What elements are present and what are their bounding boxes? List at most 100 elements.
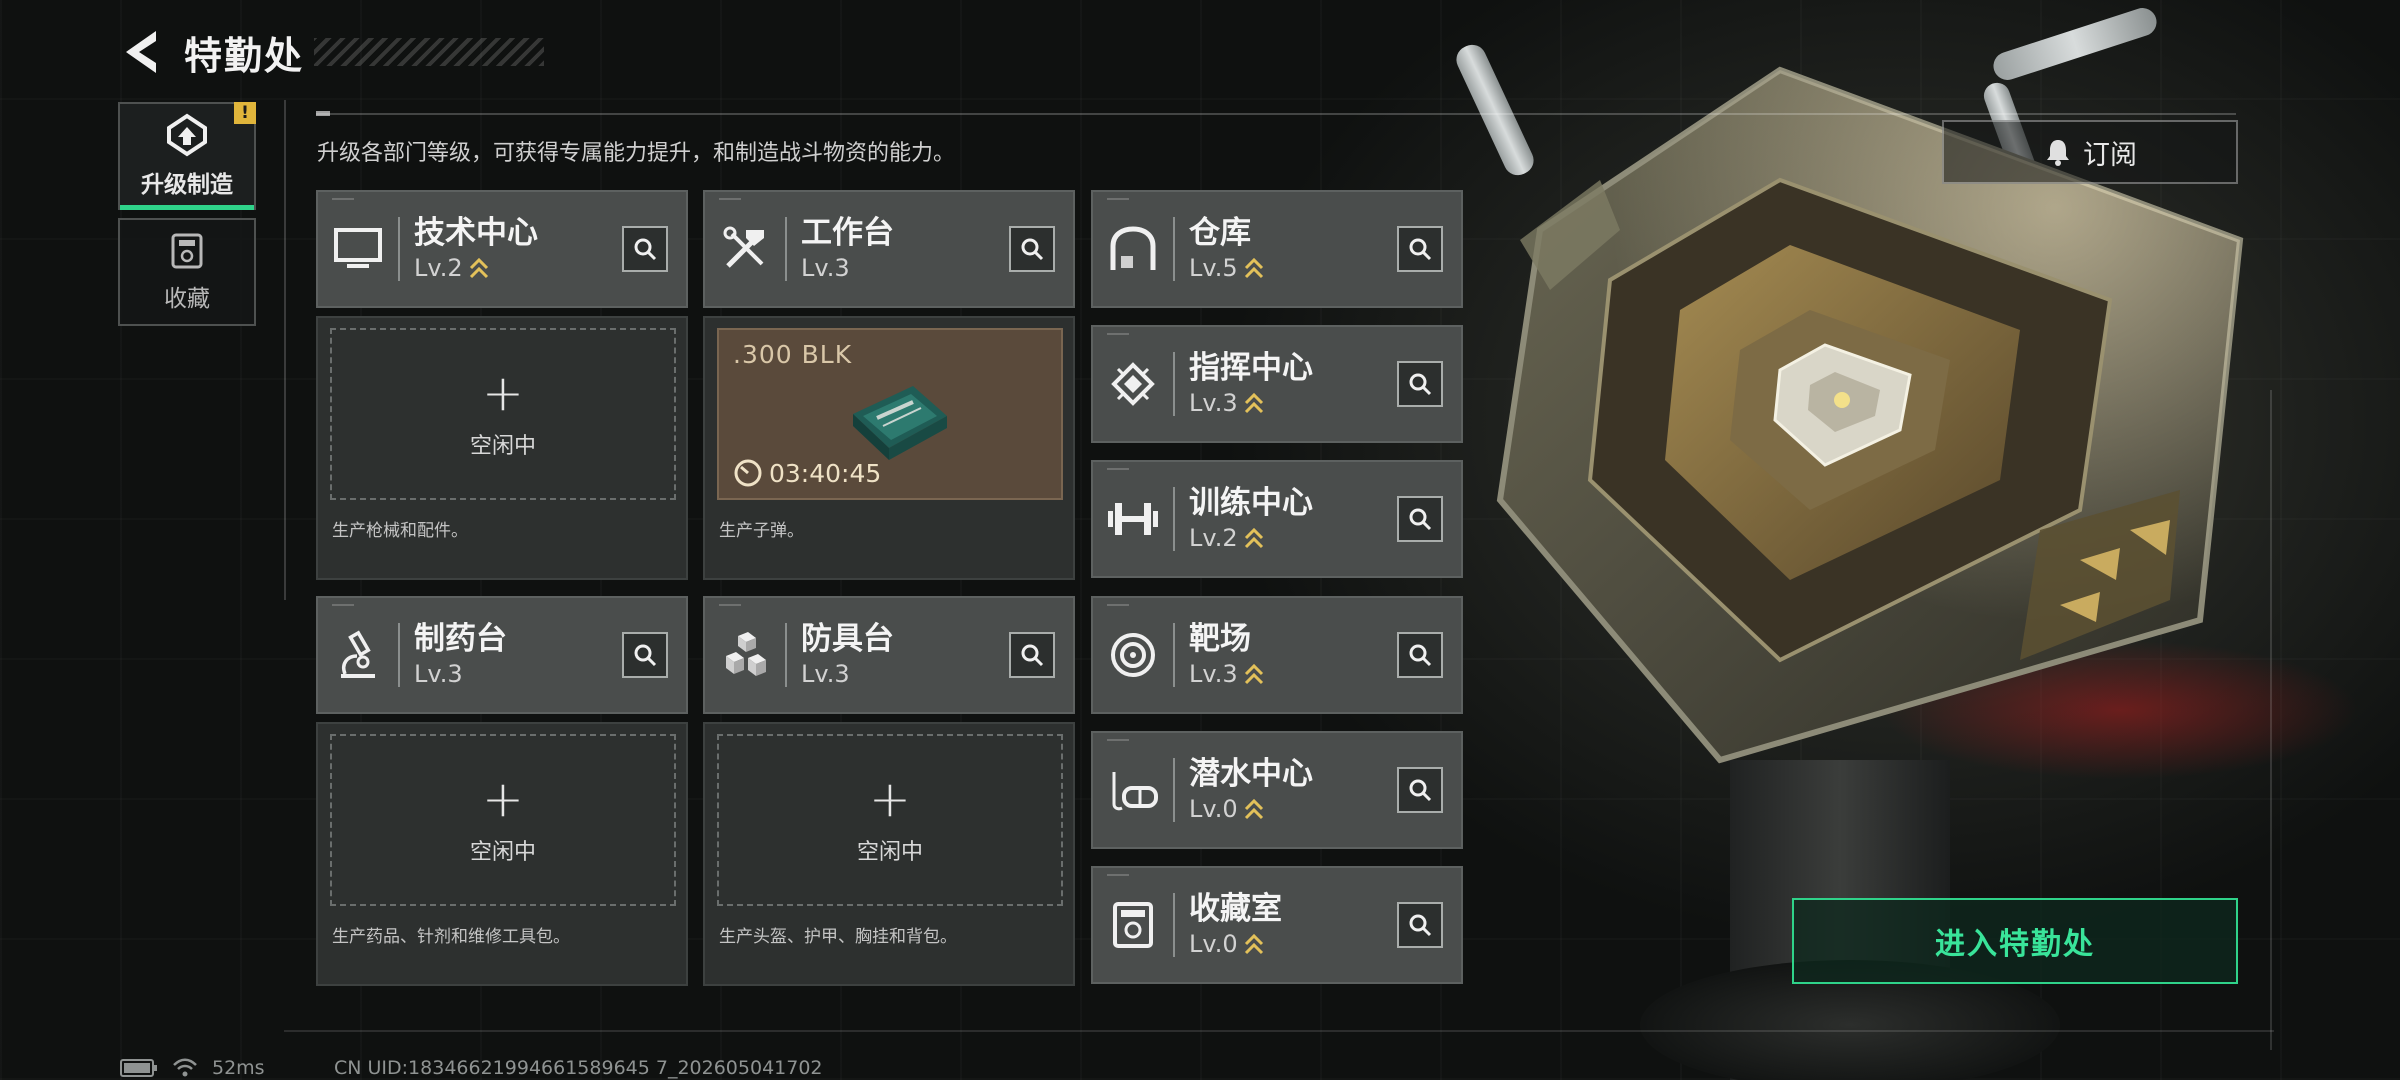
zoom-button[interactable] xyxy=(1397,632,1443,678)
frame-line-bottom xyxy=(284,1030,2274,1032)
card-tech-center[interactable]: 技术中心 Lv.2 xyxy=(316,190,688,308)
card-name: 训练中心 xyxy=(1189,485,1313,522)
nav-item-upgrade-craft[interactable]: ! 升级制造 xyxy=(118,102,256,210)
card-training-center[interactable]: 训练中心 Lv.2 xyxy=(1091,460,1463,578)
card-name: 靶场 xyxy=(1189,621,1251,658)
nav-item-collection[interactable]: 收藏 xyxy=(118,218,256,326)
card-hint: 生产药品、针剂和维修工具包。 xyxy=(332,927,570,947)
zoom-button[interactable] xyxy=(1397,902,1443,948)
ammo-box-icon xyxy=(853,386,947,460)
zoom-button[interactable] xyxy=(1009,632,1055,678)
production-timer: 03:40:45 xyxy=(733,458,881,488)
enter-button-label: 进入特勤处 xyxy=(1935,927,2095,962)
zoom-button[interactable] xyxy=(622,226,668,272)
card-text: 防具台 Lv.3 xyxy=(801,622,894,688)
card-collection-room[interactable]: 收藏室 Lv.0 xyxy=(1091,866,1463,984)
wifi-icon xyxy=(173,1058,197,1077)
production-slot-empty[interactable]: + 空闲中 xyxy=(330,734,676,906)
card-icon-wrap xyxy=(318,596,398,714)
card-text: 靶场 Lv.3 xyxy=(1189,622,1264,688)
target-icon xyxy=(1111,633,1155,677)
card-body-workbench: .300 BLK 03:40:45 生产子弹。 xyxy=(703,316,1075,580)
status-bar: 52ms xyxy=(120,1057,265,1079)
idle-label: 空闲中 xyxy=(469,840,536,865)
level-up-icon xyxy=(1244,257,1263,278)
card-icon-wrap xyxy=(1093,325,1173,443)
production-slot-empty[interactable]: + 空闲中 xyxy=(717,734,1063,906)
subscribe-label: 订阅 xyxy=(2083,139,2137,171)
ammo-name: .300 BLK xyxy=(733,340,853,369)
production-slot-active[interactable]: .300 BLK 03:40:45 xyxy=(717,328,1063,500)
card-body-pharmacy: + 空闲中 生产药品、针剂和维修工具包。 xyxy=(316,722,688,986)
card-text: 工作台 Lv.3 xyxy=(801,216,894,282)
card-workbench[interactable]: 工作台 Lv.3 xyxy=(703,190,1075,308)
battery-icon xyxy=(120,1059,157,1077)
plus-icon: + xyxy=(482,770,524,828)
diving-mask-icon xyxy=(1112,772,1158,811)
level-up-icon xyxy=(469,257,488,278)
monitor-icon xyxy=(334,228,382,268)
card-level: Lv.5 xyxy=(1189,253,1238,282)
card-separator xyxy=(1173,487,1175,551)
card-shooting-range[interactable]: 靶场 Lv.3 xyxy=(1091,596,1463,714)
card-icon-wrap xyxy=(318,190,398,308)
armor-cubes-icon xyxy=(726,632,766,676)
back-arrow-icon xyxy=(126,31,156,73)
card-warehouse[interactable]: 仓库 Lv.5 xyxy=(1091,190,1463,308)
card-level-row: Lv.3 xyxy=(801,660,894,688)
card-name: 仓库 xyxy=(1189,215,1251,252)
card-level-row: Lv.3 xyxy=(1189,389,1313,417)
zoom-button[interactable] xyxy=(1397,496,1443,542)
card-name: 指挥中心 xyxy=(1189,350,1313,387)
left-nav: ! 升级制造 收藏 xyxy=(118,102,256,334)
card-icon-wrap xyxy=(1093,596,1173,714)
card-icon-wrap xyxy=(1093,731,1173,849)
enter-special-ops-button[interactable]: 进入特勤处 xyxy=(1792,898,2238,984)
search-icon xyxy=(1409,914,1432,937)
card-text: 技术中心 Lv.2 xyxy=(414,216,538,282)
zoom-button[interactable] xyxy=(1397,767,1443,813)
zoom-button[interactable] xyxy=(1397,226,1443,272)
zoom-button[interactable] xyxy=(1397,361,1443,407)
collection-icon xyxy=(171,233,203,269)
card-separator xyxy=(1173,352,1175,416)
header: 特勤处 xyxy=(118,22,545,82)
upgrade-craft-icon xyxy=(167,113,207,157)
card-hint: 生产子弹。 xyxy=(719,521,804,541)
chip-icon xyxy=(1111,362,1155,406)
frame-line-top xyxy=(316,113,2236,115)
nav-item-label: 收藏 xyxy=(164,286,210,312)
card-level-row: Lv.3 xyxy=(1189,660,1264,688)
idle-label: 空闲中 xyxy=(469,434,536,459)
zoom-button[interactable] xyxy=(1009,226,1055,272)
card-text: 指挥中心 Lv.3 xyxy=(1189,351,1313,417)
search-icon xyxy=(1021,238,1044,261)
card-diving-center[interactable]: 潜水中心 Lv.0 xyxy=(1091,731,1463,849)
card-separator xyxy=(398,623,400,687)
warning-badge: ! xyxy=(234,102,256,124)
subscribe-button[interactable]: 订阅 xyxy=(1942,120,2238,184)
plus-icon: + xyxy=(482,364,524,422)
card-level-row: Lv.0 xyxy=(1189,795,1313,823)
level-up-icon xyxy=(1244,663,1263,684)
card-armor[interactable]: 防具台 Lv.3 xyxy=(703,596,1075,714)
microscope-icon xyxy=(341,630,375,678)
production-slot-empty[interactable]: + 空闲中 xyxy=(330,328,676,500)
card-separator xyxy=(1173,893,1175,957)
back-button[interactable] xyxy=(118,22,166,82)
card-level-row: Lv.5 xyxy=(1189,254,1264,282)
card-level: Lv.3 xyxy=(801,253,850,282)
card-pharmacy[interactable]: 制药台 Lv.3 xyxy=(316,596,688,714)
card-name: 潜水中心 xyxy=(1189,756,1313,793)
card-icon-wrap xyxy=(1093,460,1173,578)
card-text: 制药台 Lv.3 xyxy=(414,622,507,688)
card-hint: 生产头盔、护甲、胸挂和背包。 xyxy=(719,927,957,947)
plus-icon: + xyxy=(869,770,911,828)
idle-label: 空闲中 xyxy=(856,840,923,865)
card-name: 技术中心 xyxy=(414,215,538,252)
frame-line-left xyxy=(284,100,286,600)
search-icon xyxy=(1409,644,1432,667)
card-command-center[interactable]: 指挥中心 Lv.3 xyxy=(1091,325,1463,443)
zoom-button[interactable] xyxy=(622,632,668,678)
card-text: 训练中心 Lv.2 xyxy=(1189,486,1313,552)
